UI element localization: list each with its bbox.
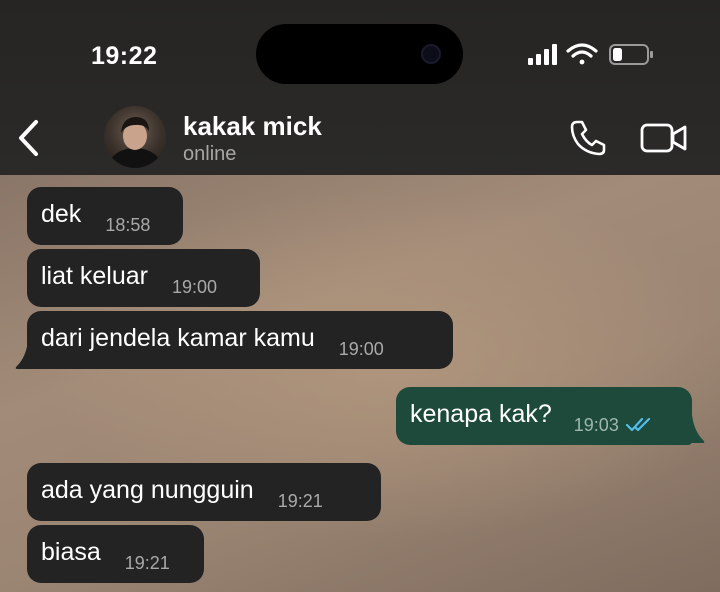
- message-bubble[interactable]: dari jendela kamar kamu 19:00: [27, 311, 453, 369]
- message-bubble[interactable]: liat keluar 19:00: [27, 249, 260, 307]
- phone-icon[interactable]: [568, 118, 608, 158]
- message-time: 19:21: [124, 553, 170, 573]
- contact-name[interactable]: kakak mick: [183, 111, 322, 142]
- signal-icon: [528, 44, 557, 65]
- dynamic-island: [256, 24, 463, 84]
- message-time: 19:00: [172, 277, 218, 297]
- chat-header: 19:22 kakak mick online: [0, 0, 720, 175]
- avatar[interactable]: [104, 106, 166, 168]
- message-bubble[interactable]: dek 18:58: [27, 187, 183, 245]
- message-bubble[interactable]: ada yang nungguin 19:21: [27, 463, 381, 521]
- double-check-icon: [625, 417, 650, 432]
- message-time: 19:21: [277, 491, 323, 511]
- contact-status: online: [183, 143, 237, 165]
- battery-icon: [609, 44, 653, 65]
- video-camera-icon[interactable]: [640, 120, 688, 156]
- message-text: biasa: [41, 538, 101, 566]
- message-time: 19:00: [338, 339, 384, 359]
- front-camera-icon: [421, 44, 441, 64]
- message-text: liat keluar: [41, 262, 148, 290]
- message-time: 19:03: [573, 415, 619, 435]
- message-text: ada yang nungguin: [41, 476, 254, 504]
- message-bubble[interactable]: biasa 19:21: [27, 525, 204, 583]
- message-text: dari jendela kamar kamu: [41, 324, 315, 352]
- back-button[interactable]: [14, 118, 44, 158]
- message-time: 18:58: [105, 215, 151, 235]
- message-text: dek: [41, 200, 82, 228]
- wifi-icon: [566, 43, 598, 65]
- message-text: kenapa kak?: [410, 400, 552, 428]
- message-bubble-outgoing[interactable]: kenapa kak? 19:03: [396, 387, 692, 445]
- message-list[interactable]: dek 18:58 liat keluar 19:00 dari jendela…: [0, 175, 720, 592]
- status-time: 19:22: [91, 42, 158, 70]
- status-icons: [528, 43, 653, 65]
